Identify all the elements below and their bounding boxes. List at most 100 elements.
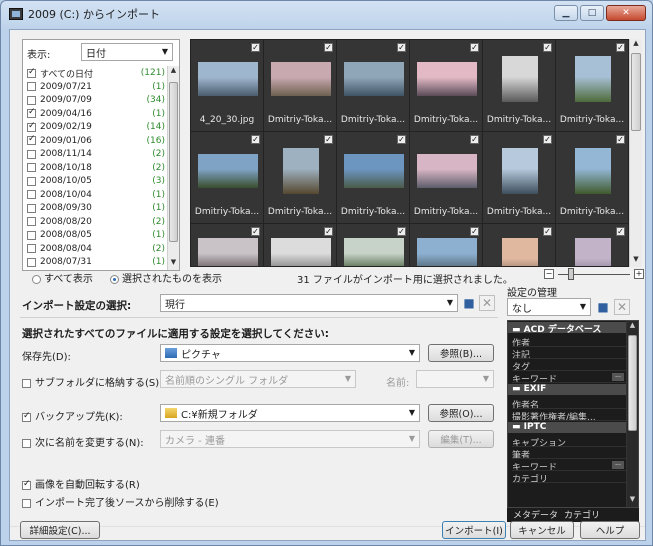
date-item[interactable]: 2008/09/30 (1) [27, 203, 165, 213]
scroll-up-icon[interactable]: ▲ [168, 66, 179, 78]
scroll-down-icon[interactable]: ▼ [630, 255, 642, 267]
thumbnail-tile[interactable]: ✓ 4_20_30.jpg [191, 40, 264, 132]
scroll-down-icon[interactable]: ▼ [168, 258, 179, 270]
minimize-button[interactable]: ▁ [554, 5, 578, 21]
collapse-icon[interactable]: ▬ [512, 325, 524, 335]
zoom-out-icon[interactable]: − [544, 269, 554, 279]
tab-metadata[interactable]: メタデータ [513, 508, 558, 522]
metadata-field[interactable]: タグ [512, 360, 626, 371]
thumbnail-tile[interactable]: ✓ Dmitriy-Toka... [556, 40, 628, 132]
thumbnail-tile[interactable]: ✓ [483, 224, 556, 266]
thumbnail-tile[interactable]: ✓ Dmitriy-Toka... [410, 40, 483, 132]
metadata-section-header[interactable]: ▬ ACD データベース [508, 322, 626, 335]
metadata-section-header[interactable]: ▬ IPTC [508, 422, 626, 433]
checkbox-icon[interactable] [27, 190, 36, 199]
checkbox-checked-icon[interactable]: ✓ [616, 43, 625, 52]
delete-after-checkbox[interactable]: インポート完了後ソースから削除する(E) [22, 494, 219, 509]
thumbnail-tile[interactable]: ✓ [264, 224, 337, 266]
rename-select[interactable]: カメラ - 連番 ▼ [160, 430, 420, 448]
slider-knob[interactable] [568, 268, 574, 280]
save-settings-icon[interactable]: ■ [595, 299, 611, 315]
browse-destination-button[interactable]: 参照(B)... [428, 344, 494, 362]
checkbox-icon[interactable] [27, 149, 36, 159]
checkbox-icon[interactable] [27, 217, 36, 226]
checkbox-checked-icon[interactable]: ✓ [543, 43, 552, 52]
scroll-up-icon[interactable]: ▲ [630, 39, 642, 51]
date-item[interactable]: 2008/07/31 (1) [27, 257, 165, 267]
checkbox-checked-icon[interactable]: ✓ [616, 227, 625, 236]
backup-checkbox[interactable]: バックアップ先(K): [22, 408, 123, 423]
checkbox-icon[interactable] [27, 176, 36, 186]
checkbox-checked-icon[interactable]: ✓ [616, 135, 625, 144]
thumbnail-tile[interactable]: ✓ Dmitriy-Toka... [337, 40, 410, 132]
thumbnail-tile[interactable]: ✓ Dmitriy-Toka... [264, 132, 337, 224]
date-item[interactable]: 2009/02/19 (14) [27, 121, 165, 132]
checkbox-checked-icon[interactable]: ✓ [324, 135, 333, 144]
thumbnail-tile[interactable]: ✓ [191, 224, 264, 266]
checkbox-checked-icon[interactable] [27, 67, 36, 78]
thumbnail-tile[interactable]: ✓ Dmitriy-Toka... [264, 40, 337, 132]
view-select[interactable]: 日付 ▼ [81, 43, 173, 61]
date-item[interactable]: 2008/08/05 (1) [27, 230, 165, 240]
date-item[interactable]: 2008/08/20 (2) [27, 217, 165, 227]
thumbnail-tile[interactable]: ✓ Dmitriy-Toka... [483, 132, 556, 224]
scroll-thumb[interactable] [628, 335, 637, 431]
save-import-settings-icon[interactable]: ■ [461, 295, 477, 311]
date-item[interactable]: 2008/10/18 (2) [27, 163, 165, 173]
checkbox-checked-icon[interactable]: ✓ [324, 43, 333, 52]
date-item[interactable]: 2009/07/09 (34) [27, 95, 165, 105]
metadata-field[interactable]: 筆者 [512, 448, 626, 459]
delete-settings-icon[interactable]: ✕ [614, 299, 630, 315]
show-selected-radio[interactable]: 選択されたものを表示 [110, 270, 222, 285]
checkbox-icon[interactable] [27, 257, 36, 267]
metadata-field[interactable]: 撮影著作権者/編集... [512, 410, 626, 421]
thumbnail-tile[interactable]: ✓ [410, 224, 483, 266]
help-button[interactable]: ヘルプ [580, 521, 640, 539]
checkbox-icon[interactable] [27, 230, 36, 240]
delete-import-settings-icon[interactable]: ✕ [479, 295, 495, 311]
scroll-up-icon[interactable]: ▲ [627, 321, 638, 333]
auto-rotate-checkbox[interactable]: 画像を自動回転する(R) [22, 476, 140, 491]
tab-categories[interactable]: カテゴリ [564, 508, 600, 522]
checkbox-checked-icon[interactable] [27, 107, 36, 118]
show-all-radio[interactable]: すべて表示 [32, 270, 93, 285]
thumbnail-size-slider[interactable]: − + [544, 268, 644, 280]
thumbnail-scrollbar[interactable]: ▲ ▼ [629, 39, 642, 267]
thumbnail-tile[interactable]: ✓ [337, 224, 410, 266]
date-item[interactable]: 2008/10/04 (1) [27, 190, 165, 200]
checkbox-checked-icon[interactable]: ✓ [470, 227, 479, 236]
zoom-in-icon[interactable]: + [634, 269, 644, 279]
date-item[interactable]: すべての日付 (121) [27, 67, 165, 80]
scroll-thumb[interactable] [169, 82, 178, 242]
date-item[interactable]: 2009/04/16 (1) [27, 107, 165, 119]
checkbox-checked-icon[interactable]: ✓ [397, 43, 406, 52]
thumbnail-tile[interactable]: ✓ Dmitriy-Toka... [191, 132, 264, 224]
metadata-section-header[interactable]: ▬ EXIF [508, 384, 626, 395]
metadata-field[interactable]: 作者 [512, 336, 626, 347]
collapse-icon[interactable]: ▬ [512, 422, 524, 432]
checkbox-icon[interactable] [27, 203, 36, 213]
date-item[interactable]: 2009/07/21 (1) [27, 82, 165, 92]
metadata-field[interactable]: キーワード [512, 460, 626, 471]
checkbox-checked-icon[interactable] [27, 134, 36, 145]
destination-select[interactable]: ピクチャ ▼ [160, 344, 420, 362]
checkbox-checked-icon[interactable]: ✓ [397, 135, 406, 144]
checkbox-checked-icon[interactable]: ✓ [470, 135, 479, 144]
cancel-button[interactable]: キャンセル [510, 521, 574, 539]
thumbnail-tile[interactable]: ✓ Dmitriy-Toka... [556, 132, 628, 224]
date-item[interactable]: 2008/11/14 (2) [27, 149, 165, 159]
subfolder-checkbox[interactable]: サブフォルダに格納する(S): [22, 374, 163, 389]
more-icon[interactable]: ... [612, 461, 624, 469]
thumbnail-tile[interactable]: ✓ Dmitriy-Toka... [410, 132, 483, 224]
checkbox-checked-icon[interactable]: ✓ [543, 135, 552, 144]
backup-select[interactable]: C:¥新規フォルダ ▼ [160, 404, 420, 422]
import-button[interactable]: インポート(I) [442, 521, 506, 539]
thumbnail-tile[interactable]: ✓ [556, 224, 628, 266]
name-select[interactable]: ▼ [416, 370, 494, 388]
checkbox-checked-icon[interactable]: ✓ [397, 227, 406, 236]
metadata-field[interactable]: 作者名 [512, 398, 626, 409]
metadata-field[interactable]: 注記 [512, 348, 626, 359]
scroll-thumb[interactable] [631, 53, 641, 131]
date-item[interactable]: 2009/01/06 (16) [27, 134, 165, 146]
date-list-scrollbar[interactable]: ▲ ▼ [167, 66, 179, 270]
